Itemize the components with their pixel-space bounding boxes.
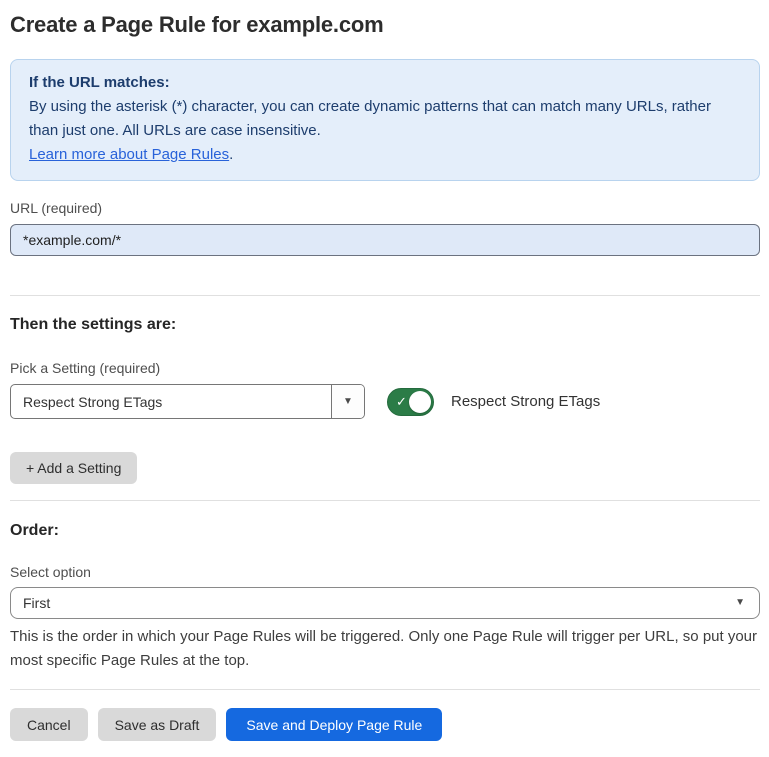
chevron-down-icon: ▼ [735, 598, 745, 608]
url-input[interactable] [10, 224, 760, 256]
divider [10, 500, 760, 501]
link-suffix: . [229, 146, 233, 163]
info-box-link-line: Learn more about Page Rules. [29, 143, 741, 167]
action-button-row: Cancel Save as Draft Save and Deploy Pag… [10, 708, 760, 741]
pick-setting-label: Pick a Setting (required) [10, 360, 760, 376]
order-help-text: This is the order in which your Page Rul… [10, 625, 760, 673]
divider [10, 689, 760, 690]
chevron-down-icon: ▼ [343, 397, 353, 407]
toggle-knob [409, 391, 431, 413]
order-select[interactable]: First ▼ [10, 587, 760, 619]
setting-toggle-label: Respect Strong ETags [451, 393, 600, 410]
url-field-label: URL (required) [10, 200, 760, 216]
check-icon: ✓ [396, 395, 407, 408]
order-select-label: Select option [10, 564, 760, 580]
info-box-body: By using the asterisk (*) character, you… [29, 95, 741, 143]
setting-row: Respect Strong ETags ▼ ✓ Respect Strong … [10, 384, 760, 419]
save-as-draft-button[interactable]: Save as Draft [98, 708, 217, 741]
url-match-info-box: If the URL matches: By using the asteris… [10, 59, 760, 181]
divider [10, 295, 760, 296]
order-select-value: First [23, 595, 50, 611]
setting-toggle[interactable]: ✓ [387, 388, 434, 416]
setting-select-arrow-button[interactable]: ▼ [331, 385, 364, 418]
settings-section-heading: Then the settings are: [10, 316, 760, 334]
setting-select[interactable]: Respect Strong ETags ▼ [10, 384, 365, 419]
create-page-rule-form: Create a Page Rule for example.com If th… [0, 0, 769, 757]
page-title: Create a Page Rule for example.com [10, 12, 760, 38]
learn-more-link[interactable]: Learn more about Page Rules [29, 146, 229, 163]
add-setting-button[interactable]: + Add a Setting [10, 452, 137, 484]
order-section-heading: Order: [10, 522, 760, 540]
cancel-button[interactable]: Cancel [10, 708, 88, 741]
info-box-heading: If the URL matches: [29, 71, 741, 95]
setting-select-value: Respect Strong ETags [11, 385, 331, 418]
save-and-deploy-button[interactable]: Save and Deploy Page Rule [226, 708, 442, 741]
